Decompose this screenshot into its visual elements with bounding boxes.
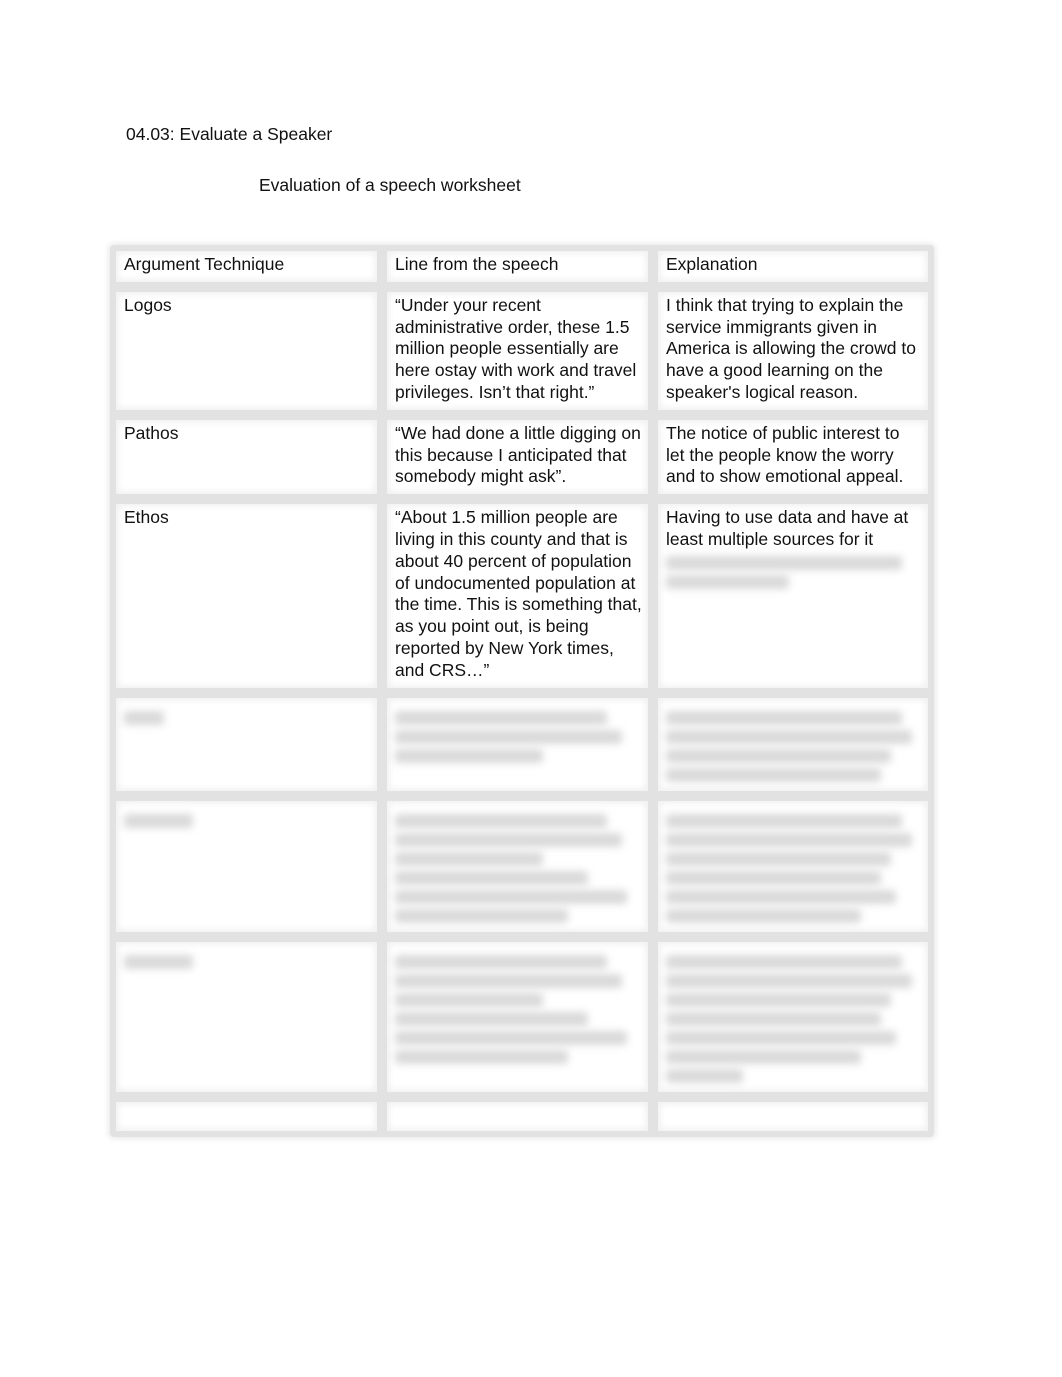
empty-cell	[116, 1101, 387, 1131]
blurred-text-line	[666, 729, 912, 744]
blurred-text-line	[666, 851, 892, 866]
blurred-text-line	[666, 710, 902, 725]
blurred-text-line	[124, 710, 164, 725]
table-header-row: Argument Technique Line from the speech …	[116, 251, 928, 292]
blurred-text-line	[666, 1011, 882, 1026]
table-row-logos: Logos “Under your recent administrative …	[116, 291, 928, 420]
blurred-text-line	[395, 973, 623, 988]
blurred-text-line	[395, 832, 623, 847]
blurred-text-line	[124, 813, 194, 828]
table-row-empty	[116, 1101, 928, 1131]
explanation-cell: The notice of public interest to let the…	[658, 419, 928, 505]
blurred-text-line	[395, 748, 544, 763]
blurred-text-line	[395, 954, 608, 969]
blurred-text-line	[666, 992, 892, 1007]
technique-cell: Pathos	[116, 419, 387, 505]
technique-cell	[116, 697, 387, 801]
blurred-text-line	[666, 748, 892, 763]
table-row-ethos: Ethos “About 1.5 million people are livi…	[116, 504, 928, 698]
blurred-text-line	[666, 908, 861, 923]
empty-cell	[658, 1101, 928, 1131]
blurred-text-line	[395, 1011, 588, 1026]
header-explanation: Explanation	[658, 251, 928, 292]
table-row-blurred	[116, 941, 928, 1102]
technique-cell: Ethos	[116, 504, 387, 698]
blurred-text-line	[666, 889, 897, 904]
speech-line-cell: “About 1.5 million people are living in …	[387, 504, 658, 698]
blurred-text-line	[666, 1049, 861, 1064]
blurred-text-line	[395, 870, 588, 885]
speech-evaluation-table: Argument Technique Line from the speech …	[110, 245, 934, 1137]
blurred-text-line	[395, 889, 628, 904]
technique-cell	[116, 941, 387, 1102]
blurred-text-line	[395, 1049, 568, 1064]
header-argument-technique: Argument Technique	[116, 251, 387, 292]
blurred-text-line	[666, 555, 902, 570]
blurred-text-line	[666, 767, 882, 782]
blurred-text-line	[395, 908, 568, 923]
blurred-text-line	[124, 954, 194, 969]
explanation-cell	[658, 697, 928, 801]
blurred-text-line	[666, 1068, 743, 1083]
speech-line-cell	[387, 941, 658, 1102]
blurred-text-line	[666, 832, 912, 847]
table-row-pathos: Pathos “We had done a little digging on …	[116, 419, 928, 505]
blurred-text-line	[395, 992, 544, 1007]
blurred-text-line	[666, 954, 902, 969]
speech-line-cell: “Under your recent administrative order,…	[387, 291, 658, 420]
document-subtitle: Evaluation of a speech worksheet	[259, 175, 521, 195]
explanation-cell: Having to use data and have at least mul…	[658, 504, 928, 698]
blurred-text-line	[395, 729, 623, 744]
blurred-text	[666, 555, 922, 589]
document-title: 04.03: Evaluate a Speaker	[126, 124, 333, 144]
speech-line-cell: “We had done a little digging on this be…	[387, 419, 658, 505]
explanation-text: Having to use data and have at least mul…	[666, 507, 909, 549]
technique-cell	[116, 800, 387, 942]
header-line-from-speech: Line from the speech	[387, 251, 658, 292]
technique-cell: Logos	[116, 291, 387, 420]
blurred-text-line	[395, 1030, 628, 1045]
blurred-text-line	[666, 870, 882, 885]
blurred-text-line	[666, 973, 912, 988]
table-row-blurred	[116, 800, 928, 942]
speech-line-cell	[387, 800, 658, 942]
blurred-text-line	[666, 813, 902, 828]
table-row-blurred	[116, 697, 928, 801]
speech-line-cell	[387, 697, 658, 801]
blurred-text-line	[666, 1030, 897, 1045]
blurred-text-line	[395, 813, 608, 828]
empty-cell	[387, 1101, 658, 1131]
explanation-cell	[658, 800, 928, 942]
blurred-text-line	[395, 710, 608, 725]
explanation-cell: I think that trying to explain the servi…	[658, 291, 928, 420]
blurred-text-line	[395, 851, 544, 866]
explanation-cell	[658, 941, 928, 1102]
blurred-text-line	[666, 574, 789, 589]
